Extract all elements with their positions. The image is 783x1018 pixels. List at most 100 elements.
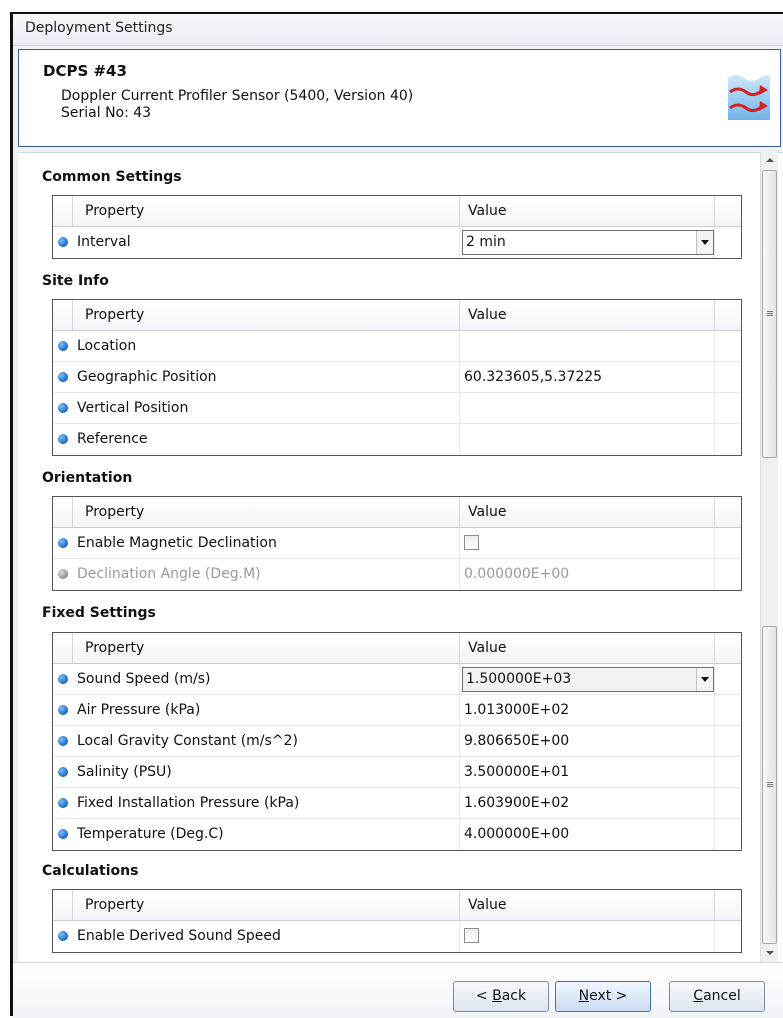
property-indicator-icon <box>58 341 68 351</box>
property-name: Reference <box>73 424 460 455</box>
interval-dropdown[interactable]: 2 min <box>462 230 714 255</box>
property-value[interactable]: 9.806650E+00 <box>460 726 715 756</box>
property-indicator-disabled-icon <box>58 569 68 579</box>
column-header-value[interactable]: Value <box>460 890 715 920</box>
property-row-geographic-position[interactable]: Geographic Position 60.323605,5.37225 <box>53 362 741 393</box>
grid-header: Property Value <box>53 633 741 664</box>
wizard-footer: < Back Next > Cancel <box>13 962 783 1018</box>
cancel-button[interactable]: Cancel <box>669 981 765 1012</box>
property-name: Enable Magnetic Declination <box>73 528 460 558</box>
settings-scroll-area: Common Settings Property Value Interval … <box>18 152 783 962</box>
property-indicator-icon <box>58 674 68 684</box>
grid-header: Property Value <box>53 196 741 227</box>
interval-dropdown-value: 2 min <box>466 234 506 250</box>
property-name: Temperature (Deg.C) <box>73 819 460 850</box>
column-header-value[interactable]: Value <box>460 196 715 226</box>
property-indicator-icon <box>58 705 68 715</box>
property-indicator-icon <box>58 403 68 413</box>
property-row-enable-magnetic-declination[interactable]: Enable Magnetic Declination <box>53 528 741 559</box>
scroll-thumb-secondary[interactable] <box>762 626 777 944</box>
property-row-local-gravity-constant[interactable]: Local Gravity Constant (m/s^2) 9.806650E… <box>53 726 741 757</box>
grip-icon <box>767 311 773 316</box>
vertical-scrollbar[interactable] <box>760 152 778 962</box>
property-indicator-icon <box>58 736 68 746</box>
back-button[interactable]: < Back <box>453 981 549 1012</box>
property-row-vertical-position[interactable]: Vertical Position <box>53 393 741 424</box>
property-row-air-pressure[interactable]: Air Pressure (kPa) 1.013000E+02 <box>53 695 741 726</box>
column-header-property[interactable]: Property <box>73 633 460 663</box>
property-value[interactable]: 1.603900E+02 <box>460 788 715 818</box>
property-name: Salinity (PSU) <box>73 757 460 787</box>
grid-header: Property Value <box>53 300 741 331</box>
site-info-grid: Property Value Location Geographic Posit… <box>52 299 742 456</box>
property-name: Sound Speed (m/s) <box>73 664 460 694</box>
next-button[interactable]: Next > <box>555 981 651 1012</box>
column-header-value[interactable]: Value <box>460 633 715 663</box>
property-name: Local Gravity Constant (m/s^2) <box>73 726 460 756</box>
section-title-common: Common Settings <box>42 169 182 185</box>
grid-header: Property Value <box>53 890 741 921</box>
property-row-reference[interactable]: Reference <box>53 424 741 455</box>
chevron-down-icon[interactable] <box>696 668 713 691</box>
property-indicator-icon <box>58 434 68 444</box>
column-header-property[interactable]: Property <box>73 196 460 226</box>
property-value[interactable]: 3.500000E+01 <box>460 757 715 787</box>
property-row-location[interactable]: Location <box>53 331 741 362</box>
chevron-down-icon[interactable] <box>696 231 713 254</box>
property-name: Vertical Position <box>73 393 460 423</box>
property-name: Declination Angle (Deg.M) <box>73 559 460 590</box>
device-header: DCPS #43 Doppler Current Profiler Sensor… <box>18 49 781 147</box>
calculations-grid: Property Value Enable Derived Sound Spee… <box>52 889 742 953</box>
property-indicator-icon <box>58 931 68 941</box>
property-indicator-icon <box>58 767 68 777</box>
column-header-value[interactable]: Value <box>460 300 715 330</box>
scroll-thumb[interactable] <box>762 170 777 458</box>
property-row-salinity[interactable]: Salinity (PSU) 3.500000E+01 <box>53 757 741 788</box>
property-name: Enable Derived Sound Speed <box>73 921 460 952</box>
property-indicator-icon <box>58 829 68 839</box>
column-header-property[interactable]: Property <box>73 300 460 330</box>
property-row-fixed-installation-pressure[interactable]: Fixed Installation Pressure (kPa) 1.6039… <box>53 788 741 819</box>
property-value[interactable]: 4.000000E+00 <box>460 819 715 850</box>
column-header-value[interactable]: Value <box>460 497 715 527</box>
device-name: DCPS #43 <box>43 62 127 80</box>
property-indicator-icon <box>58 798 68 808</box>
sound-speed-dropdown[interactable]: 1.500000E+03 <box>462 667 714 692</box>
section-title-orientation: Orientation <box>42 470 133 486</box>
property-value: 0.000000E+00 <box>460 559 715 590</box>
window-title: Deployment Settings <box>13 14 783 46</box>
column-header-property[interactable]: Property <box>73 890 460 920</box>
property-indicator-icon <box>58 372 68 382</box>
property-name: Air Pressure (kPa) <box>73 695 460 725</box>
scroll-up-icon[interactable] <box>761 152 778 169</box>
property-value[interactable]: 60.323605,5.37225 <box>460 362 715 392</box>
device-description: Doppler Current Profiler Sensor (5400, V… <box>61 88 414 104</box>
property-value[interactable] <box>460 393 715 423</box>
sound-speed-dropdown-value: 1.500000E+03 <box>466 671 572 687</box>
property-value[interactable] <box>460 331 715 361</box>
grip-icon <box>767 782 773 787</box>
derived-sound-speed-checkbox[interactable] <box>464 928 479 943</box>
section-title-fixed-settings: Fixed Settings <box>42 605 156 621</box>
property-name: Fixed Installation Pressure (kPa) <box>73 788 460 818</box>
section-title-site-info: Site Info <box>42 273 109 289</box>
property-row-interval[interactable]: Interval 2 min <box>53 227 741 258</box>
section-title-calculations: Calculations <box>42 863 139 879</box>
grid-header: Property Value <box>53 497 741 528</box>
property-indicator-icon <box>58 237 68 247</box>
property-value[interactable] <box>460 424 715 455</box>
property-indicator-icon <box>58 538 68 548</box>
property-row-sound-speed[interactable]: Sound Speed (m/s) 1.500000E+03 <box>53 664 741 695</box>
wave-arrows-icon <box>728 75 770 120</box>
magnetic-declination-checkbox[interactable] <box>464 535 479 550</box>
property-name: Geographic Position <box>73 362 460 392</box>
scroll-down-icon[interactable] <box>761 945 778 962</box>
column-header-property[interactable]: Property <box>73 497 460 527</box>
property-row-enable-derived-sound-speed[interactable]: Enable Derived Sound Speed <box>53 921 741 952</box>
property-row-temperature[interactable]: Temperature (Deg.C) 4.000000E+00 <box>53 819 741 850</box>
device-serial: Serial No: 43 <box>61 105 152 121</box>
common-settings-grid: Property Value Interval 2 min <box>52 195 742 259</box>
property-row-declination-angle: Declination Angle (Deg.M) 0.000000E+00 <box>53 559 741 590</box>
property-name: Interval <box>73 227 460 258</box>
property-value[interactable]: 1.013000E+02 <box>460 695 715 725</box>
